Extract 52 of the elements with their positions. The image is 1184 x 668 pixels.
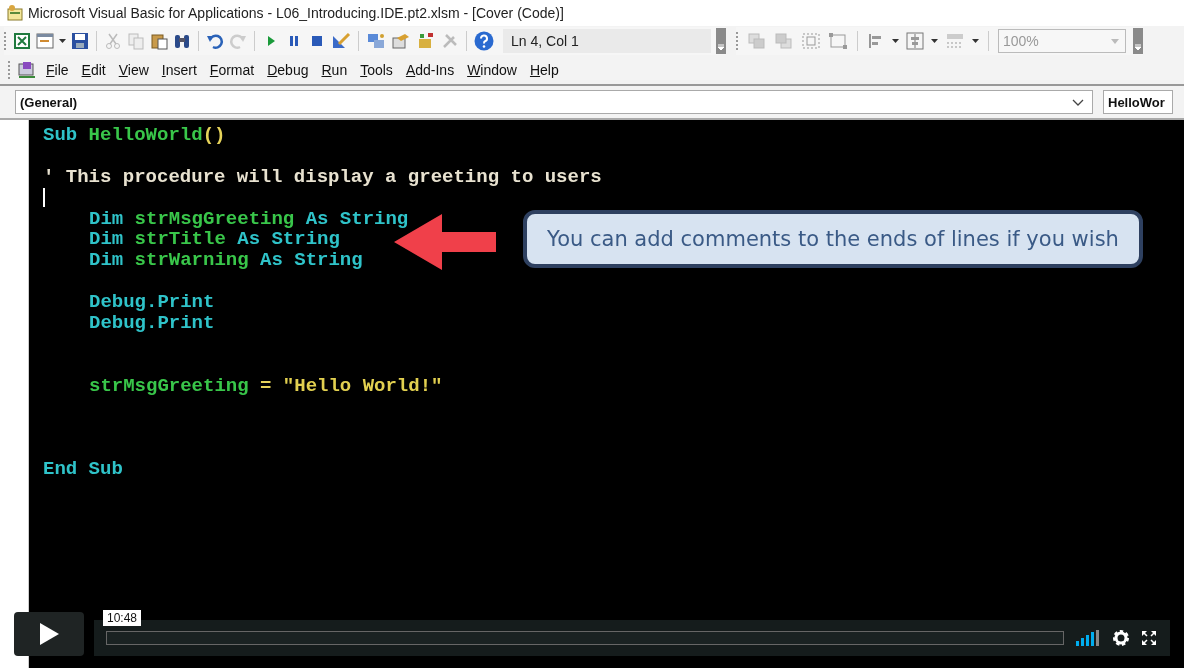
play-button[interactable]	[14, 612, 84, 656]
code-line: Debug.Print	[88, 291, 215, 314]
caret-icon[interactable]	[931, 39, 938, 43]
time-tooltip: 10:48	[103, 610, 142, 626]
code-line: Debug.Print	[88, 312, 215, 334]
fullscreen-icon[interactable]	[1142, 631, 1156, 645]
callout: You can add comments to the ends of lines if you wish	[523, 210, 1143, 268]
procedure-dropdown[interactable]: HelloWor	[1103, 90, 1173, 114]
code-line: End Sub	[43, 458, 123, 481]
caret-icon[interactable]	[892, 39, 899, 43]
spreadsheet-icon[interactable]	[13, 32, 31, 50]
object-browser-icon[interactable]	[416, 32, 436, 50]
save-icon[interactable]	[71, 32, 89, 50]
code-line: Dim strMsgGreeting As String	[88, 207, 409, 230]
volume-icon[interactable]	[1076, 630, 1100, 646]
toolbar-options-icon[interactable]	[716, 28, 726, 54]
paste-icon[interactable]	[150, 32, 168, 50]
project-icon[interactable]	[366, 32, 386, 50]
menu-item[interactable]: Help	[525, 62, 563, 78]
toolbar-options-icon[interactable]	[1133, 28, 1143, 54]
center-icon[interactable]	[906, 32, 924, 50]
window-title: Microsoft Visual Basic for Applications - L06_Introducing.IDE.pt2.xlsm - [Cover (Code)]	[28, 5, 564, 21]
menu-item[interactable]: File	[42, 62, 73, 78]
code-editor[interactable]	[29, 120, 1184, 668]
menu-item[interactable]: Insert	[157, 62, 201, 78]
help-icon[interactable]	[474, 31, 494, 51]
binoculars-icon[interactable]	[173, 32, 191, 50]
play-icon	[38, 622, 60, 646]
triangle-ruler-icon[interactable]	[331, 32, 351, 50]
code-line: Dim strTitle As String	[88, 228, 340, 251]
menu-item[interactable]: Tools	[356, 62, 397, 78]
caret-icon[interactable]	[972, 39, 979, 43]
app-icon	[6, 4, 24, 22]
menu-item[interactable]: View	[114, 62, 153, 78]
object-dropdown[interactable]: (General)	[15, 90, 1093, 114]
form-icon[interactable]	[36, 32, 54, 50]
menu-item[interactable]: Add-Ins	[401, 62, 459, 78]
code-line: ' This procedure will display a greeting to users	[43, 165, 602, 188]
ungroup-icon[interactable]	[828, 32, 848, 50]
menu-item[interactable]: Format	[205, 62, 259, 78]
code-line: strMsgGreeting = "Hello World!"	[88, 374, 443, 397]
cursor-position-field: Ln 4, Col 1	[503, 29, 711, 53]
menu-item[interactable]: Window	[463, 62, 521, 78]
module-icon[interactable]	[17, 61, 37, 79]
menu-item[interactable]: Debug	[263, 62, 313, 78]
menu-item[interactable]: Edit	[77, 62, 110, 78]
menu-item[interactable]: Run	[317, 62, 352, 78]
undo-icon[interactable]	[206, 32, 224, 50]
caret-icon[interactable]	[59, 39, 66, 43]
code-line: Sub HelloWorld()	[43, 124, 226, 146]
settings-icon[interactable]	[1112, 629, 1130, 647]
code-line: Dim strWarning As String	[88, 249, 363, 272]
